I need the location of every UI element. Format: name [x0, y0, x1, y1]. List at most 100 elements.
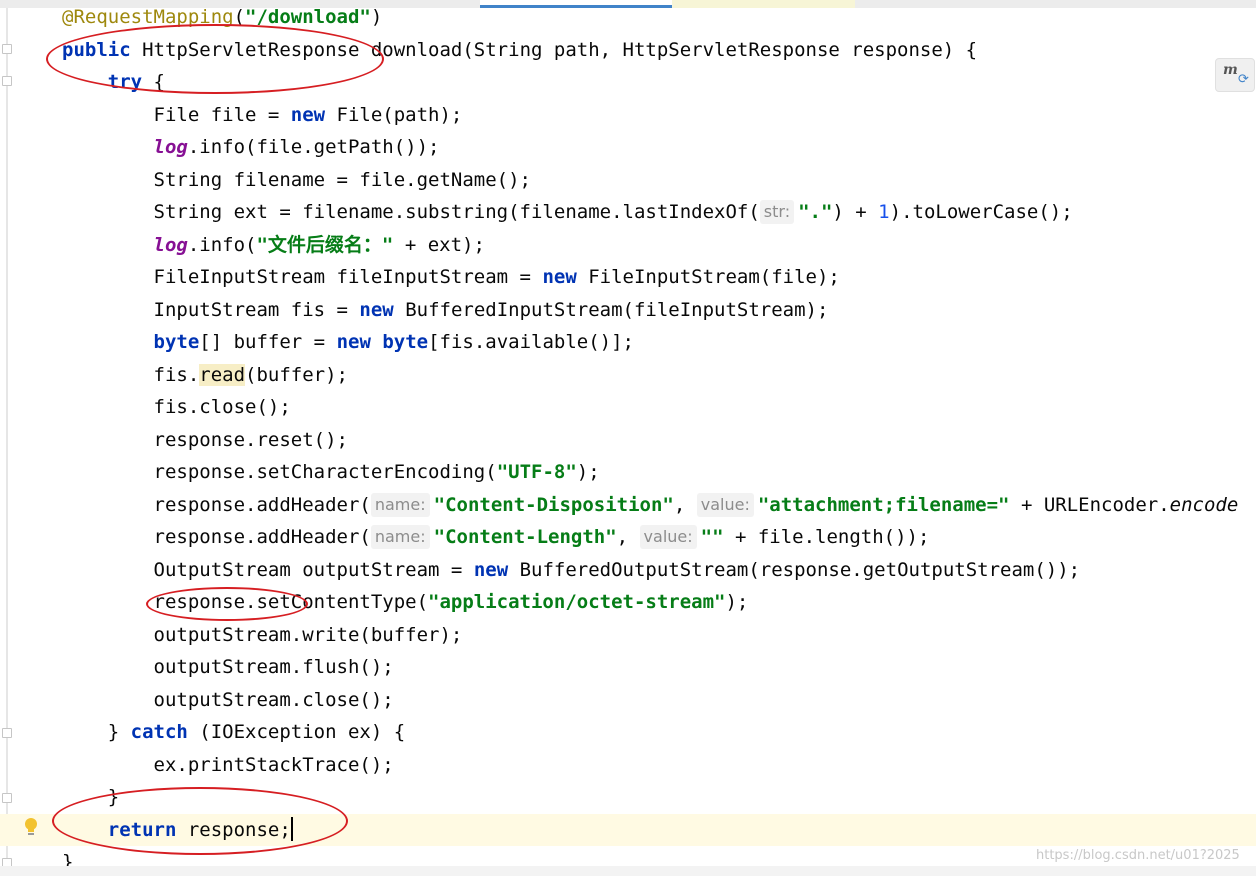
- code-token: (: [233, 6, 246, 28]
- fold-marker-icon[interactable]: [2, 793, 12, 803]
- code-line[interactable]: File file = new File(path);: [62, 99, 463, 131]
- code-token: "": [700, 526, 724, 548]
- code-line[interactable]: public HttpServletResponse download(Stri…: [62, 34, 977, 66]
- gutter-divider: [6, 8, 8, 876]
- text-caret: [290, 816, 293, 841]
- code-token: [fis.available()];: [428, 331, 634, 353]
- code-token: "application/octet-stream": [428, 591, 726, 613]
- refresh-icon: ⟳: [1238, 72, 1249, 87]
- code-token: ).toLowerCase();: [889, 201, 1073, 223]
- code-line[interactable]: outputStream.flush();: [62, 651, 394, 683]
- code-line[interactable]: outputStream.write(buffer);: [62, 619, 463, 651]
- code-line[interactable]: response.addHeader(name: "Content-Length"…: [62, 521, 929, 553]
- code-token: "Content-Disposition": [433, 493, 674, 516]
- code-token: new: [290, 103, 337, 126]
- code-token: FileInputStream fileInputStream =: [62, 266, 543, 288]
- code-token: .info(file.getPath());: [187, 136, 440, 158]
- code-token: ".": [798, 201, 833, 223]
- code-line[interactable]: try {: [62, 66, 165, 98]
- code-token: ): [370, 6, 383, 28]
- code-token: outputStream.flush();: [62, 656, 394, 678]
- code-token: new: [542, 266, 589, 288]
- code-line[interactable]: return response;: [62, 814, 293, 846]
- code-token: return: [62, 818, 188, 841]
- code-line[interactable]: } catch (IOException ex) {: [62, 716, 405, 748]
- code-token: "文件后缀名：": [256, 233, 394, 256]
- maven-reload-button[interactable]: m ⟳: [1215, 58, 1255, 92]
- code-token: public: [62, 38, 143, 61]
- code-line[interactable]: ex.printStackTrace();: [62, 749, 394, 781]
- code-token: "Content-Length": [433, 526, 617, 548]
- code-token: 1: [878, 201, 890, 223]
- code-line[interactable]: InputStream fis = new BufferedInputStrea…: [62, 294, 829, 326]
- code-token: {: [153, 71, 165, 93]
- code-line[interactable]: byte[] buffer = new byte[fis.available()…: [62, 326, 634, 358]
- code-line[interactable]: log.info(file.getPath());: [62, 131, 440, 163]
- parameter-hint: value:: [639, 525, 697, 549]
- code-line[interactable]: OutputStream outputStream = new Buffered…: [62, 554, 1081, 586]
- code-token: InputStream fis =: [62, 298, 360, 321]
- code-token: response.setCharacterEncoding(: [62, 461, 497, 483]
- code-token: "attachment;filename=": [757, 493, 1010, 516]
- code-line[interactable]: String filename = file.getName();: [62, 164, 532, 196]
- code-token: (IOException ex) {: [199, 721, 406, 743]
- parameter-hint: str:: [759, 200, 795, 224]
- code-token: HttpServletResponse download(String path…: [142, 38, 978, 61]
- editor-tabs-strip: [0, 0, 1256, 8]
- code-token: [] buffer =: [199, 331, 337, 353]
- horizontal-scrollbar[interactable]: [0, 866, 1256, 876]
- editor-tab[interactable]: [672, 0, 855, 8]
- code-token: log: [153, 233, 188, 256]
- parameter-hint: value:: [696, 492, 754, 517]
- code-token: new: [473, 558, 520, 581]
- parameter-hint: name:: [370, 492, 430, 517]
- code-token: OutputStream outputStream =: [62, 558, 474, 581]
- code-token: try: [62, 71, 154, 93]
- code-line[interactable]: response.setCharacterEncoding("UTF-8");: [62, 456, 600, 488]
- fold-marker-icon[interactable]: [2, 44, 12, 54]
- code-token: File file =: [62, 103, 291, 126]
- code-token: ) +: [832, 201, 879, 223]
- fold-marker-icon[interactable]: [2, 76, 12, 86]
- code-token: outputStream.write(buffer);: [62, 623, 463, 646]
- code-line[interactable]: response.setContentType("application/oct…: [62, 586, 749, 618]
- code-token: .info(: [187, 233, 257, 256]
- code-token: ex.printStackTrace();: [62, 753, 394, 776]
- code-line[interactable]: }: [62, 781, 119, 813]
- code-token: response;: [187, 818, 291, 841]
- code-token: new: [336, 331, 383, 353]
- active-editor-tab[interactable]: [480, 0, 672, 8]
- code-token: "UTF-8": [496, 461, 577, 483]
- code-token: byte: [382, 331, 429, 353]
- code-token: new: [359, 298, 406, 321]
- code-line[interactable]: response.reset();: [62, 424, 348, 456]
- code-token: @RequestMapping: [62, 6, 234, 28]
- code-token: String ext = filename.substring(filename…: [62, 201, 760, 223]
- code-line[interactable]: log.info("文件后缀名：" + ext);: [62, 229, 485, 261]
- code-token: FileInputStream(file);: [588, 266, 840, 288]
- code-line[interactable]: outputStream.close();: [62, 684, 394, 716]
- code-token: BufferedInputStream(fileInputStream);: [405, 298, 829, 321]
- code-token: encode: [1169, 493, 1239, 516]
- fold-marker-icon[interactable]: [2, 728, 12, 738]
- code-token: File(path);: [336, 103, 463, 126]
- watermark: https://blog.csdn.net/u01?2025: [1036, 848, 1240, 863]
- code-line[interactable]: response.addHeader(name: "Content-Disposi…: [62, 489, 1238, 521]
- code-token: fis.close();: [62, 396, 291, 418]
- code-token: );: [725, 591, 749, 613]
- code-line[interactable]: String ext = filename.substring(filename…: [62, 196, 1073, 228]
- code-token: fis.: [62, 363, 200, 386]
- code-token: response.reset();: [62, 428, 348, 451]
- code-token: read: [199, 363, 246, 386]
- code-token: + URLEncoder.: [1009, 493, 1170, 516]
- code-token: }: [62, 786, 120, 808]
- code-line[interactable]: fis.close();: [62, 391, 291, 423]
- code-token: );: [576, 461, 600, 483]
- parameter-hint: name:: [370, 525, 430, 549]
- code-line[interactable]: fis.read(buffer);: [62, 359, 348, 391]
- code-token: + file.length());: [723, 526, 930, 548]
- lightbulb-icon[interactable]: [24, 817, 38, 837]
- code-line[interactable]: FileInputStream fileInputStream = new Fi…: [62, 261, 840, 293]
- maven-reload-icon: m: [1223, 62, 1238, 78]
